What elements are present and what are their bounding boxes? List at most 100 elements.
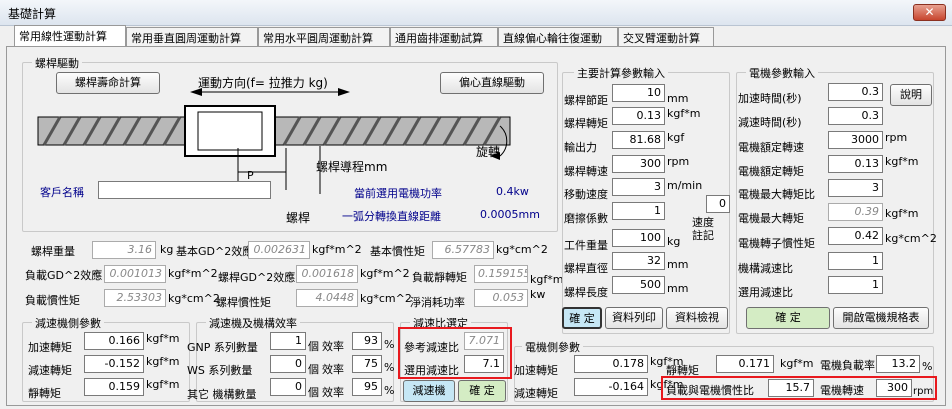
inertia-ratio-value: 15.7 [768, 379, 814, 397]
efficiency-count-input[interactable]: 0 [270, 378, 306, 396]
efficiency-rate-input[interactable]: 95 [352, 378, 382, 396]
main-param-unit: mm [667, 258, 689, 271]
tab-vertical-circular[interactable]: 常用垂直圓周運動計算 [126, 27, 258, 46]
motor-speed-label: 電機轉速 [820, 384, 864, 397]
motor-param-input[interactable]: 0.42 [828, 227, 883, 245]
motor-param-label: 電機最大轉矩比 [738, 188, 815, 201]
prop-value: 0.002631 [248, 241, 310, 259]
efficiency-title: 減速機及機構效率 [206, 315, 300, 331]
reducer-side-unit: kgf*m [146, 332, 180, 345]
main-param-input[interactable]: 100 [612, 229, 665, 247]
efficiency-label: GNP 系列數量 [187, 341, 258, 354]
prop-label: 基本慣性矩 [370, 245, 425, 258]
motor-param-input[interactable]: 1 [828, 276, 883, 294]
motor-param-unit: kgf*m [885, 207, 919, 220]
pitch-label: 螺桿導程mm [316, 160, 388, 174]
main-param-label: 工件重量 [564, 239, 608, 252]
motor-side-title: 電機側參數 [522, 339, 583, 355]
main-param-input[interactable]: 32 [612, 252, 665, 270]
prop-label: 螺桿重量 [31, 245, 75, 258]
main-param-unit: kg [667, 235, 681, 248]
motor-param-label: 電機最大轉矩 [738, 212, 804, 225]
motor-load-rate-label: 電機負載率 [820, 359, 875, 372]
prop-label: 負載靜轉矩 [412, 271, 467, 284]
motor-param-label: 減速時間(秒) [738, 116, 802, 129]
motor-load-rate-value: 13.2 [876, 355, 920, 373]
prop-unit: kg*cm^2 [168, 292, 220, 305]
prop-value: 0.053 [474, 289, 528, 307]
main-param-unit: kgf [667, 131, 685, 144]
prop-value: 0.001013 [104, 265, 166, 283]
ratio-confirm-button[interactable]: 確 定 [458, 380, 506, 402]
main-param-input[interactable]: 10 [612, 84, 665, 102]
main-param-input[interactable]: 500 [612, 276, 665, 294]
prop-unit: kg [160, 243, 174, 256]
reducer-button[interactable]: 減速機 [403, 380, 455, 402]
explain-button[interactable]: 說明 [890, 84, 932, 106]
tab-cross-arm[interactable]: 交叉臂運動計算 [618, 27, 714, 46]
main-param-label: 輸出力 [564, 141, 597, 154]
tab-eccentric[interactable]: 直線偏心輪往復運動 [498, 27, 618, 46]
main-param-input[interactable]: 3 [612, 178, 665, 196]
prop-label: 螺桿慣性矩 [216, 296, 271, 309]
print-data-button[interactable]: 資料列印 [605, 307, 663, 329]
rotate-label: 旋轉 [476, 145, 501, 159]
motor-confirm-button[interactable]: 確 定 [746, 307, 830, 329]
main-window: 基礎計算 ✕ 常用線性運動計算 常用垂直圓周運動計算 常用水平圓周運動計算 通用… [0, 0, 952, 409]
main-param-input[interactable]: 1 [612, 202, 665, 220]
motor-param-input[interactable]: 0.3 [828, 83, 883, 101]
prop-label: 負載慣性矩 [25, 294, 80, 307]
prop-label: 基本GD^2效應 [176, 245, 254, 258]
motor-load-rate-percent: % [922, 360, 933, 373]
efficiency-rate-input[interactable]: 93 [352, 332, 382, 350]
prop-value: 2.53303 [104, 289, 166, 307]
main-param-input[interactable]: 300 [612, 155, 665, 173]
efficiency-rate-input[interactable]: 75 [352, 355, 382, 373]
efficiency-label: WS 系列數量 [187, 364, 253, 377]
sel-ratio-input[interactable]: 7.1 [464, 355, 504, 373]
main-param-label: 螺桿節距 [564, 94, 608, 107]
tab-rack[interactable]: 通用齒排運動試算 [390, 27, 498, 46]
main-confirm-button[interactable]: 確 定 [562, 307, 602, 329]
reducer-side-value: 0.166 [84, 332, 144, 350]
efficiency-percent: % [384, 361, 395, 374]
main-param-input[interactable]: 0.13 [612, 107, 665, 125]
reducer-side-value: -0.152 [84, 355, 144, 373]
efficiency-rate-label: 效率 [322, 363, 344, 376]
prop-unit: kg*cm^2 [496, 243, 548, 256]
prop-label: 負載GD^2效應 [25, 269, 103, 282]
prop-value: 0.159155 [474, 265, 528, 283]
view-data-button[interactable]: 資料檢視 [666, 307, 728, 329]
motor-param-input[interactable]: 3000 [828, 131, 883, 149]
prop-unit: kgf*m^2 [360, 267, 410, 280]
main-param-unit: mm [667, 92, 689, 105]
motor-param-input[interactable]: 0.3 [828, 107, 883, 125]
tab-horizontal-circular[interactable]: 常用水平圓周運動計算 [258, 27, 390, 46]
tab-linear[interactable]: 常用線性運動計算 [14, 25, 126, 47]
main-param-label: 螺桿轉速 [564, 165, 608, 178]
screw-label: 螺桿 [286, 211, 311, 225]
main-param-input[interactable]: 81.68 [612, 131, 665, 149]
speed-note-input[interactable]: 0 [706, 195, 730, 213]
prop-value: 4.0448 [296, 289, 358, 307]
motor-param-input[interactable]: 3 [828, 179, 883, 197]
open-motor-spec-button[interactable]: 開啟電機規格表 [833, 307, 929, 329]
main-param-unit: mm [667, 282, 689, 295]
sel-ratio-label: 選用減速比 [404, 364, 459, 377]
main-param-label: 移動速度 [564, 188, 608, 201]
prop-unit: kgf*m^2 [312, 243, 362, 256]
motor-side-acc-label: 加速轉矩 [514, 364, 558, 377]
motor-param-label: 選用減速比 [738, 286, 793, 299]
customer-input[interactable] [98, 181, 271, 199]
motor-param-label: 加速時間(秒) [738, 92, 802, 105]
close-button[interactable]: ✕ [913, 4, 946, 21]
motor-param-input[interactable]: 1 [828, 252, 883, 270]
efficiency-count-input[interactable]: 0 [270, 355, 306, 373]
inertia-ratio-label: 負載與電機慣性比 [666, 384, 754, 397]
prop-unit: kg*cm^2 [360, 292, 412, 305]
motor-param-label: 電機額定轉矩 [738, 165, 804, 178]
title-bar: 基礎計算 ✕ [0, 0, 952, 26]
motor-param-label: 電機轉子慣性矩 [738, 237, 815, 250]
efficiency-count-input[interactable]: 1 [270, 332, 306, 350]
motor-param-input[interactable]: 0.13 [828, 155, 883, 173]
